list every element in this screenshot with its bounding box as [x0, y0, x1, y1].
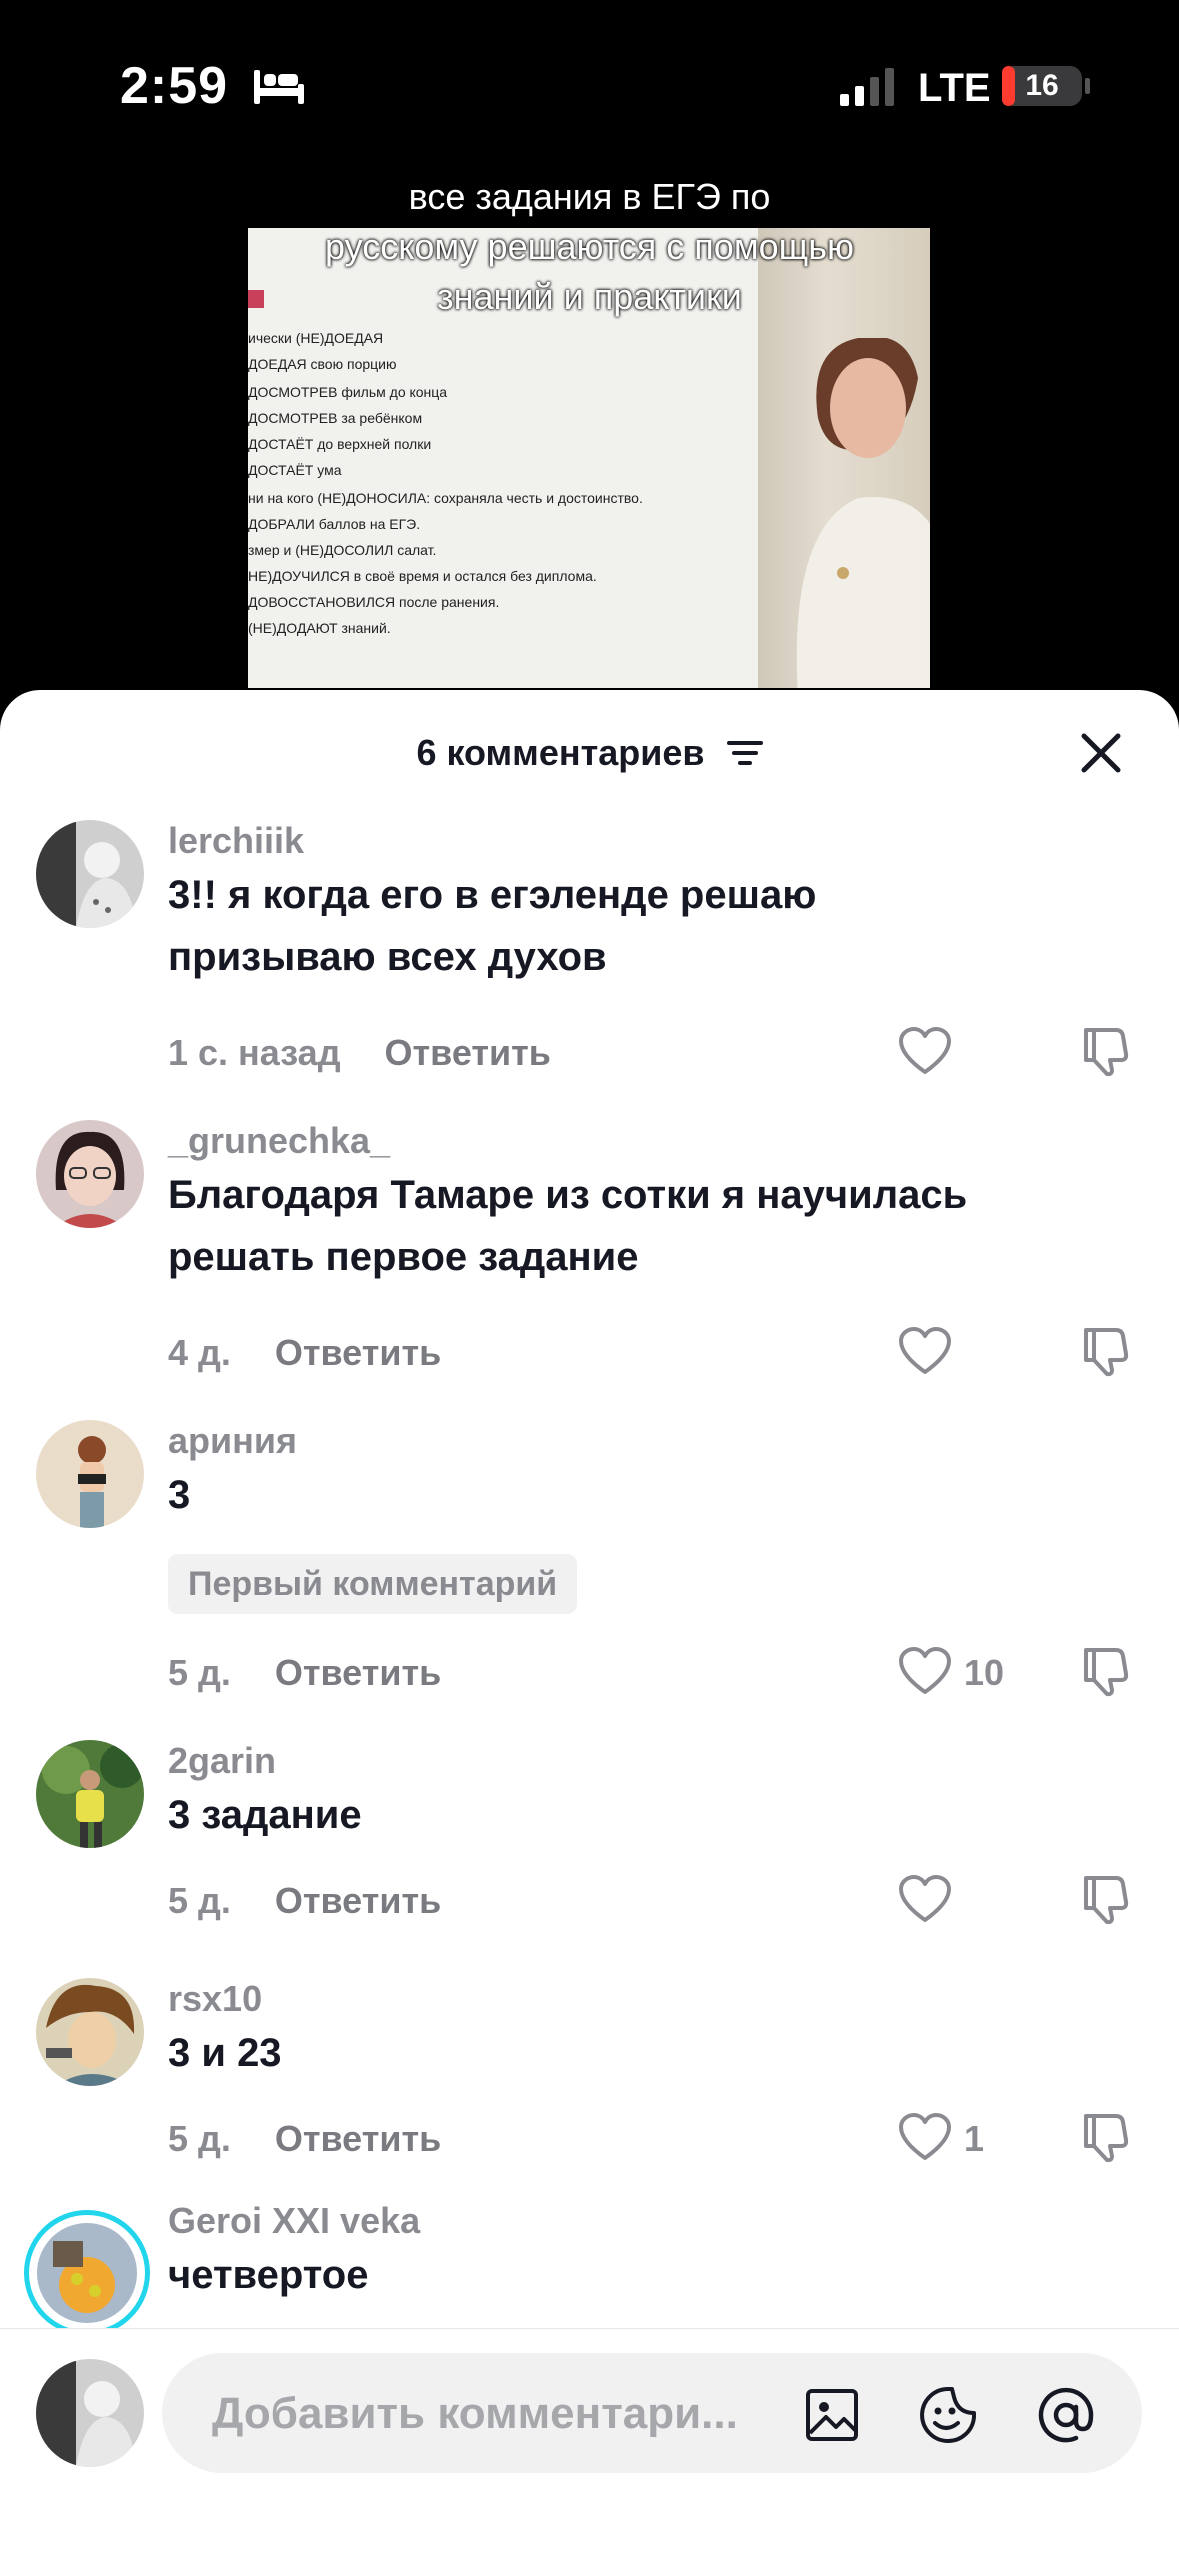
avatar[interactable]: [36, 1740, 144, 1848]
avatar-story-ring[interactable]: [24, 2210, 150, 2336]
comment-text: 3 задание: [168, 1784, 1108, 1846]
comment-text-line: 3 задание: [168, 1793, 362, 1837]
comment-text-line: 3: [168, 1473, 191, 1517]
like-heart-icon[interactable]: [898, 1026, 952, 1076]
close-icon[interactable]: [1076, 728, 1126, 778]
battery-level: 16: [1025, 69, 1059, 102]
video-line: ДОВОССТАНОВИЛСЯ после ранения.: [248, 594, 500, 610]
comment-time: 5 д.: [168, 1652, 231, 1693]
reply-button[interactable]: Ответить: [275, 1880, 441, 1921]
comment-username[interactable]: rsx10: [168, 1978, 262, 2020]
comments-header: 6 комментариев: [0, 730, 1179, 774]
reply-button[interactable]: Ответить: [275, 1652, 441, 1693]
comment-username[interactable]: lerchiiik: [168, 820, 304, 862]
like-heart-icon[interactable]: [898, 1326, 952, 1376]
comment-text: 3: [168, 1464, 1108, 1526]
video-line: НЕ)ДОУЧИЛСЯ в своё время и остался без д…: [248, 568, 597, 584]
comment-time: 5 д.: [168, 1880, 231, 1921]
like-heart-icon[interactable]: [898, 1646, 952, 1696]
comment-text-line: решать первое задание: [168, 1235, 639, 1279]
comment-text-line: Благодаря Тамаре из сотки я научилась: [168, 1173, 968, 1217]
comments-count-title: 6 комментариев: [416, 732, 705, 774]
comment-text-line: 3!! я когда его в егэленде решаю: [168, 873, 817, 917]
comment-username[interactable]: _grunechka_: [168, 1120, 390, 1162]
dislike-icon[interactable]: [1078, 1872, 1132, 1926]
emoji-sticker-icon[interactable]: [918, 2385, 978, 2445]
video-line: ДОБРАЛИ баллов на ЕГЭ.: [248, 516, 421, 532]
cell-signal-icon: [840, 68, 894, 106]
avatar[interactable]: [36, 1420, 144, 1528]
video-line: ДОСМОТРЕВ фильм до конца: [248, 384, 448, 400]
dislike-icon[interactable]: [1078, 1024, 1132, 1078]
video-line: ДОСМОТРЕВ за ребёнком: [248, 410, 423, 426]
video-line: ически (НЕ)ДОЕДАЯ: [248, 330, 384, 346]
battery-icon: 16: [1002, 66, 1082, 106]
sleep-focus-icon: [254, 70, 304, 104]
comments-sheet: 6 комментариев lerchiiik 3!! я когда его…: [0, 690, 1179, 2556]
video-caption: все задания в ЕГЭ по русскому решаются с…: [0, 172, 1179, 322]
like-heart-icon[interactable]: [898, 2112, 952, 2162]
comment-meta: 4 д. Ответить: [168, 1332, 441, 1374]
video-line: ДОСТАЁТ до верхней полки: [248, 436, 432, 452]
status-time: 2:59: [120, 57, 229, 115]
avatar[interactable]: [36, 1978, 144, 2086]
like-count: 1: [964, 2118, 985, 2159]
comment-text-line: призываю всех духов: [168, 935, 607, 979]
dislike-icon[interactable]: [1078, 1644, 1132, 1698]
mention-icon[interactable]: [1036, 2385, 1096, 2445]
video-line: (НЕ)ДОДАЮТ знаний.: [248, 620, 391, 636]
video-presenter: [796, 338, 930, 688]
my-avatar[interactable]: [36, 2359, 144, 2467]
battery-cap: [1085, 78, 1090, 94]
comment-username[interactable]: 2garin: [168, 1740, 276, 1782]
comment-time: 4 д.: [168, 1332, 231, 1373]
comment-input[interactable]: Добавить комментари...: [162, 2353, 1142, 2473]
comment-time: 5 д.: [168, 2118, 231, 2159]
dislike-icon[interactable]: [1078, 1324, 1132, 1378]
caption-line: русскому решаются с помощью: [325, 226, 854, 267]
comment-meta: 1 с. назад Ответить: [168, 1032, 551, 1074]
video-line: змер и (НЕ)ДОСОЛИЛ салат.: [248, 542, 437, 558]
dislike-icon[interactable]: [1078, 2110, 1132, 2164]
comment-text-line: 3 и 23: [168, 2031, 282, 2075]
comment-time: 1 с. назад: [168, 1032, 341, 1073]
like-count: 10: [964, 1652, 1005, 1693]
network-type: LTE: [918, 66, 991, 110]
image-icon[interactable]: [802, 2385, 862, 2445]
sort-filter-icon[interactable]: [726, 738, 763, 768]
reply-button[interactable]: Ответить: [275, 1332, 441, 1373]
status-bar: 2:59 LTE 16: [0, 0, 1179, 160]
avatar[interactable]: [36, 1120, 144, 1228]
comment-input-placeholder: Добавить комментари...: [212, 2389, 738, 2438]
caption-line: все задания в ЕГЭ по: [408, 176, 771, 217]
comment-meta: 5 д. Ответить: [168, 2118, 441, 2160]
like-heart-icon[interactable]: [898, 1874, 952, 1924]
video-line: ДОЕДАЯ свою порцию: [248, 356, 397, 372]
comment-meta: 5 д. Ответить: [168, 1652, 441, 1694]
avatar[interactable]: [36, 820, 144, 928]
comment-input-bar: Добавить комментари...: [0, 2328, 1179, 2557]
video-line: ни на кого (НЕ)ДОНОСИЛА: сохраняла честь…: [248, 490, 643, 506]
comment-text-line: четвертое: [168, 2253, 369, 2297]
comment-meta: 5 д. Ответить: [168, 1880, 441, 1922]
comment-text: Благодаря Тамаре из сотки я научилась ре…: [168, 1164, 1108, 1288]
comment-text: 3!! я когда его в егэленде решаю призыва…: [168, 864, 1108, 988]
video-line: ДОСТАЁТ ума: [248, 462, 342, 478]
comment-text: 3 и 23: [168, 2022, 1108, 2084]
first-comment-badge: Первый комментарий: [168, 1554, 578, 1614]
reply-button[interactable]: Ответить: [275, 2118, 441, 2159]
comment-username[interactable]: ариния: [168, 1420, 297, 1462]
comment-username[interactable]: Geroi XXI veka: [168, 2200, 420, 2242]
reply-button[interactable]: Ответить: [385, 1032, 551, 1073]
caption-line: знаний и практики: [437, 276, 742, 317]
comment-text: четвертое: [168, 2244, 1108, 2306]
